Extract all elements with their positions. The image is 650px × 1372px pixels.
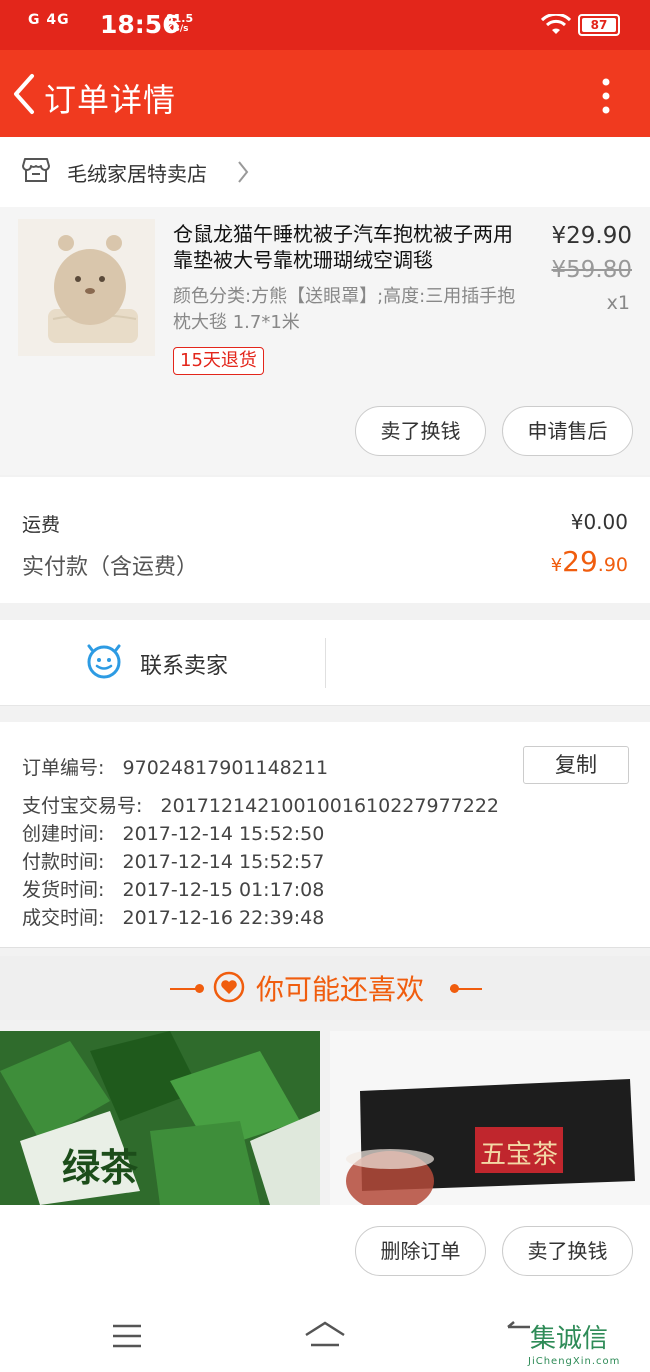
decor-line-right	[450, 988, 482, 990]
store-icon	[22, 158, 50, 182]
copy-order-number-button[interactable]: 复制	[523, 746, 629, 784]
signal-indicator: G 4G	[28, 12, 70, 28]
product-thumbnail[interactable]	[18, 219, 155, 356]
battery-icon: 87	[578, 14, 620, 36]
title-bar: 订单详情	[0, 50, 650, 137]
network-speed-unit: KB/s	[166, 24, 189, 34]
paid-time: 2017-12-14 15:52:57	[122, 851, 325, 873]
paid-time-label: 付款时间:	[22, 851, 105, 873]
shipping-label: 运费	[22, 514, 61, 536]
network-speed: 81.5 KB/s	[166, 13, 196, 35]
recommend-header: 你可能还喜欢	[0, 956, 650, 1020]
recommend-title: 你可能还喜欢	[256, 973, 425, 1006]
product-title[interactable]: 仓鼠龙猫午睡枕被子汽车抱枕被子两用靠垫被大号靠枕珊瑚绒空调毯	[173, 221, 528, 273]
green-tea-candy-image: 绿茶	[0, 1031, 320, 1205]
paid-amount: ¥29.90	[551, 545, 628, 578]
shop-name: 毛绒家居特卖店	[67, 162, 207, 186]
green-tea-label: 绿茶	[62, 1146, 139, 1190]
paid-amount-label: 实付款（含运费）	[22, 555, 199, 580]
contact-seller-button[interactable]: 联系卖家	[140, 648, 228, 680]
shipped-time: 2017-12-15 01:17:08	[122, 879, 325, 901]
sell-for-cash-button[interactable]: 卖了换钱	[355, 406, 486, 456]
product-spec: 颜色分类:方熊【送眼罩】;高度:三用插手抱枕大毯 1.7*1米	[173, 286, 516, 333]
wubao-tea-label: 五宝茶	[480, 1140, 558, 1170]
order-number-row: 订单编号: 97024817901148211	[22, 753, 328, 780]
created-time-label: 创建时间:	[22, 823, 105, 845]
chat-face-icon[interactable]	[86, 644, 122, 680]
recommended-product-wubao-tea[interactable]: 五宝茶	[330, 1031, 650, 1205]
paid-time-row: 付款时间: 2017-12-14 15:52:57	[22, 847, 324, 874]
recommended-product-green-tea[interactable]: 绿茶	[0, 1031, 320, 1205]
product-price: ¥29.90	[551, 223, 632, 249]
completed-time: 2017-12-16 22:39:48	[122, 907, 325, 929]
chevron-right-icon	[238, 161, 249, 183]
paid-decimal: .90	[597, 554, 628, 576]
sell-for-cash-bottom-button[interactable]: 卖了换钱	[502, 1226, 633, 1276]
bottom-action-bar: 删除订单 卖了换钱	[0, 1205, 650, 1303]
order-number-label: 订单编号:	[22, 757, 105, 779]
watermark-logo: 集诚信	[530, 1324, 609, 1354]
product-original-price: ¥59.80	[551, 257, 632, 283]
shipped-time-label: 发货时间:	[22, 879, 105, 901]
order-number: 97024817901148211	[122, 757, 329, 779]
home-icon[interactable]	[303, 1319, 347, 1349]
page-title: 订单详情	[44, 81, 177, 119]
paid-currency: ¥	[550, 555, 563, 576]
heart-icon	[213, 971, 245, 1003]
paid-integer: 29	[562, 545, 598, 578]
alipay-no: 2017121421001001610227977222	[160, 795, 500, 817]
network-speed-value: 81.5	[166, 12, 194, 25]
watermark-url: JiChengXin.com	[528, 1356, 621, 1367]
delete-order-button[interactable]: 删除订单	[355, 1226, 486, 1276]
wifi-icon	[541, 14, 571, 34]
shop-row[interactable]: 毛绒家居特卖店	[0, 137, 650, 207]
product-card: 仓鼠龙猫午睡枕被子汽车抱枕被子两用靠垫被大号靠枕珊瑚绒空调毯 颜色分类:方熊【送…	[0, 207, 650, 475]
product-quantity: x1	[606, 292, 630, 314]
order-detail-page: G 4G 18:56 81.5 KB/s 87 订单详情 毛绒家居特卖店 仓鼠龙…	[0, 0, 650, 1372]
menu-icon[interactable]	[111, 1323, 143, 1349]
shipping-value: ¥0.00	[570, 510, 628, 534]
back-arrow-icon[interactable]	[8, 72, 42, 116]
contact-seller-row: 联系卖家	[0, 620, 650, 706]
shipped-time-row: 发货时间: 2017-12-15 01:17:08	[22, 875, 324, 902]
status-bar: G 4G 18:56 81.5 KB/s 87	[0, 0, 650, 50]
battery-level: 87	[582, 18, 616, 32]
return-policy-badge: 15天退货	[173, 347, 264, 375]
completed-time-row: 成交时间: 2017-12-16 22:39:48	[22, 903, 324, 930]
decor-dot-left	[195, 984, 204, 993]
created-time-row: 创建时间: 2017-12-14 15:52:50	[22, 819, 324, 846]
plush-bear-image	[18, 219, 155, 356]
completed-time-label: 成交时间:	[22, 907, 105, 929]
request-aftersale-button[interactable]: 申请售后	[502, 406, 633, 456]
payment-summary: 运费 ¥0.00 实付款（含运费） ¥29.90	[0, 477, 650, 603]
divider	[325, 638, 326, 688]
more-menu-icon[interactable]	[594, 76, 618, 116]
wubao-tea-image: 五宝茶	[330, 1031, 650, 1205]
alipay-no-label: 支付宝交易号:	[22, 795, 143, 817]
alipay-no-row: 支付宝交易号: 2017121421001001610227977222	[22, 791, 499, 818]
created-time: 2017-12-14 15:52:50	[122, 823, 325, 845]
order-info: 订单编号: 97024817901148211 复制 支付宝交易号: 20171…	[0, 722, 650, 948]
